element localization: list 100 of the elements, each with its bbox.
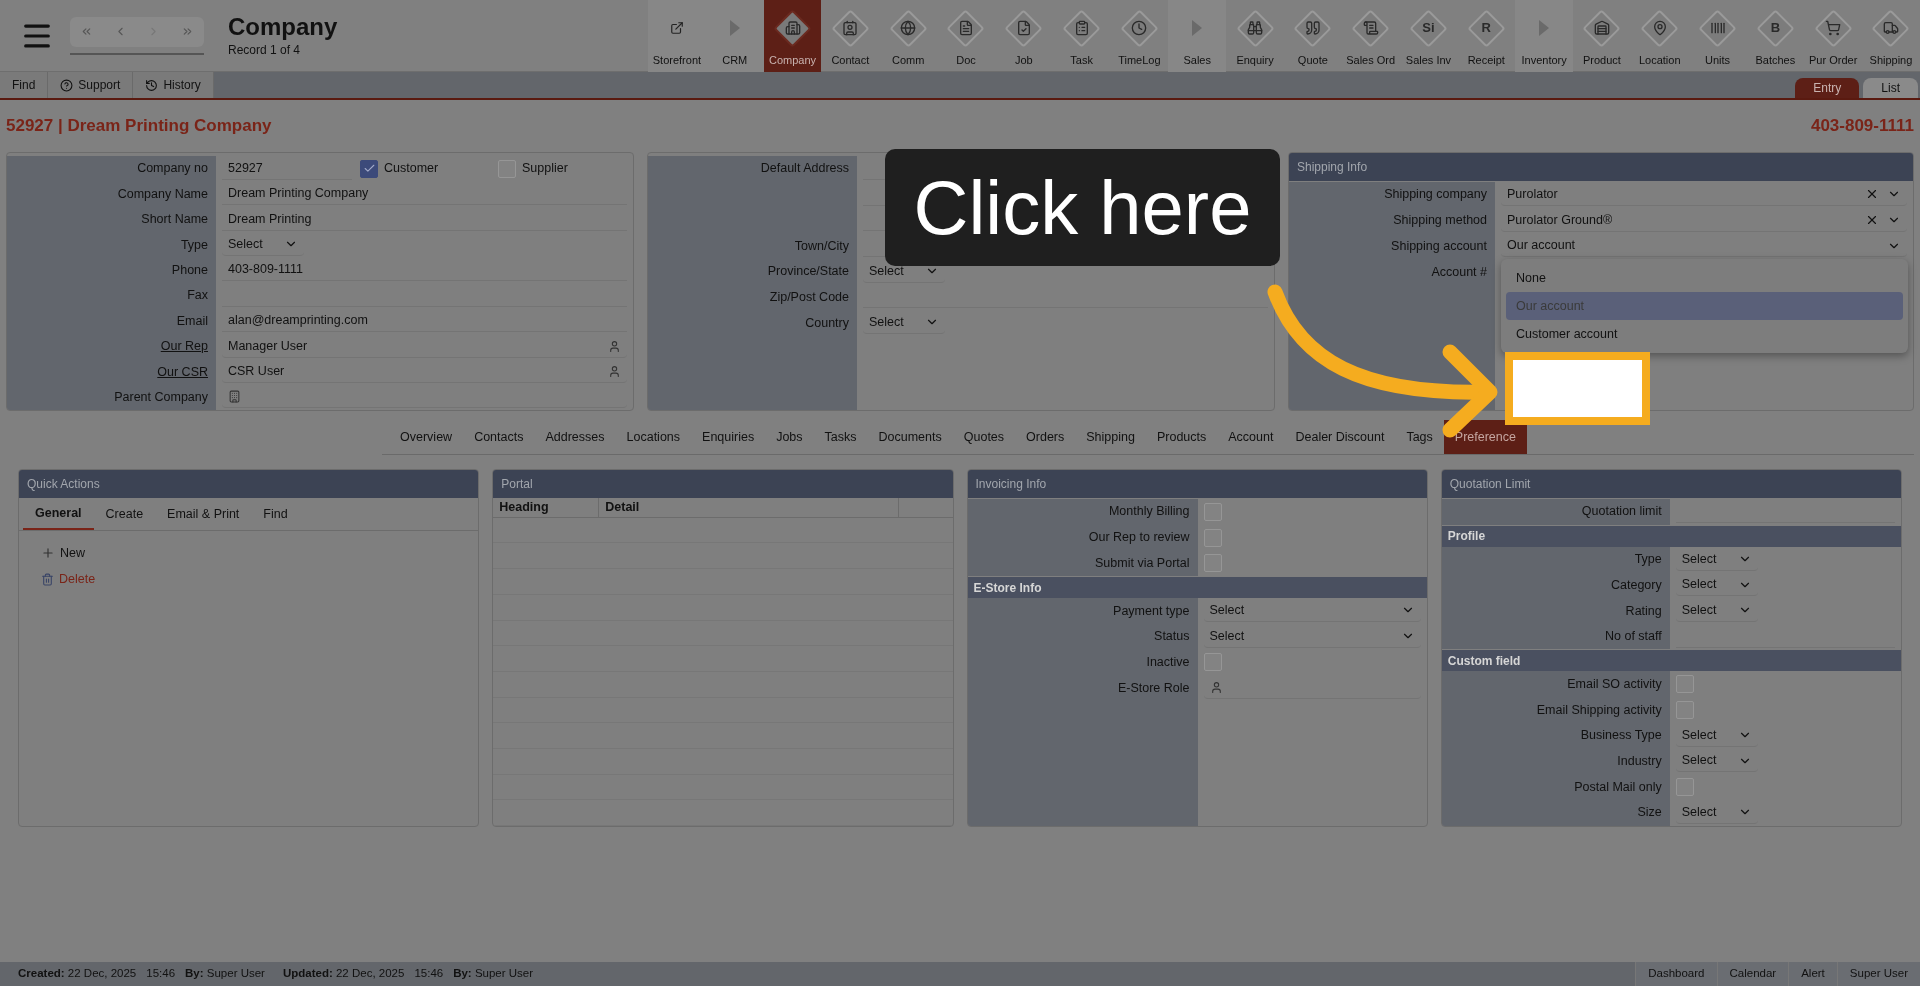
toolbar-button[interactable]: Find [0,72,49,98]
action-link[interactable]: New [41,543,479,563]
text-field[interactable]: alan@dreamprinting.com [222,310,627,333]
module-button[interactable]: Company [763,0,822,72]
module-button[interactable]: Inventory [1515,0,1573,72]
text-field[interactable]: Dream Printing [222,208,627,231]
field-label: Email Shipping activity [1536,701,1662,719]
panel-tab[interactable]: General [23,498,94,530]
field-label: Email SO activity [1567,675,1662,693]
person-icon[interactable] [608,339,621,353]
detail-tab[interactable]: Contacts [463,420,535,454]
detail-tab[interactable]: Addresses [534,420,616,454]
status-text: 15:46 [146,966,176,982]
panel-header: Portal [493,470,953,498]
module-button[interactable]: Product [1573,0,1631,72]
detail-tab[interactable]: Quotes [952,420,1016,454]
module-button[interactable]: Pur Order [1804,0,1863,72]
record-phone: 403-809-1111 [1810,115,1914,138]
dropdown-option[interactable]: Customer account [1506,320,1903,348]
building-icon[interactable] [228,390,241,404]
detail-tab[interactable]: Tags [1395,420,1444,454]
field-label: Submit via Portal [1095,554,1190,572]
module-button[interactable]: TimeLog [1110,0,1169,72]
select-field[interactable]: Our account [1501,235,1907,258]
status-button[interactable]: Dashboard [1635,962,1717,986]
detail-tab[interactable]: Tasks [813,420,868,454]
panel-tab[interactable]: Email & Print [155,498,252,530]
field-label: Monthly Billing [1108,503,1190,521]
detail-tab[interactable]: Account [1217,420,1285,454]
module-button[interactable]: CRM [705,0,764,72]
dropdown-option[interactable]: None [1506,264,1903,292]
status-button[interactable]: Calendar [1716,962,1789,986]
field-link[interactable]: Our Rep [160,337,208,356]
module-button[interactable]: Si Sales Inv [1399,0,1458,72]
text-field[interactable]: 403-809-1111 [222,259,627,282]
select-field[interactable]: Purolator [1501,183,1907,206]
module-button[interactable]: Shipping [1862,0,1920,72]
select-field[interactable]: Select [1203,625,1421,648]
select-field[interactable]: Select [1675,801,1758,824]
person-icon[interactable] [608,364,621,378]
select-field[interactable]: Select [1203,599,1421,622]
module-button[interactable]: R Receipt [1457,0,1516,72]
panel-tab[interactable]: Create [93,498,156,530]
select-field[interactable]: Purolator Ground® [1501,209,1907,232]
view-tab[interactable]: Entry [1795,78,1860,98]
panel-tab[interactable]: Find [251,498,300,530]
action-link[interactable]: Delete [41,569,479,589]
module-button[interactable]: Contact [821,0,880,72]
checkbox[interactable] [360,159,378,178]
status-button[interactable]: Alert [1788,962,1837,986]
icon-letter: Si [1422,19,1435,38]
field-label: Account # [1431,263,1487,281]
lookup-field[interactable]: Manager User [222,335,627,358]
detail-tab[interactable]: Dealer Discount [1284,420,1396,454]
detail-tab[interactable]: Jobs [765,420,814,454]
module-button[interactable]: Sales [1168,0,1227,72]
toolbar-button[interactable]: Support [48,72,134,98]
toolbar-button[interactable]: History [133,72,214,98]
building-icon [784,20,801,36]
lookup-field[interactable]: CSR User [222,360,627,383]
field-label: Zip/Post Code [769,288,849,306]
module-button[interactable]: Quote [1283,0,1342,72]
module-button[interactable]: Doc [937,0,995,72]
field-label: Category [1611,576,1662,594]
detail-tab[interactable]: Locations [615,420,692,454]
text-field[interactable]: Dream Printing Company [222,183,627,206]
person-icon[interactable] [1209,680,1223,694]
record-title: 52927 | Dream Printing Company [6,115,272,138]
status-button[interactable]: Super User [1836,962,1920,986]
module-button[interactable]: Comm [879,0,938,72]
external-link-icon [669,21,684,35]
module-button[interactable]: B Batches [1746,0,1805,72]
record-counter: Record 1 of 4 [228,41,302,59]
module-button[interactable]: Location [1630,0,1689,72]
module-button[interactable]: Sales Ord [1341,0,1400,72]
module-button[interactable]: Task [1052,0,1111,72]
detail-tab[interactable]: Enquiries [691,420,766,454]
field-link[interactable]: Our CSR [157,362,208,382]
select-field[interactable]: Select [1675,599,1758,622]
text-field[interactable]: 52927 [222,157,352,180]
select-field[interactable]: Select [222,233,304,256]
detail-tab[interactable]: Shipping [1075,420,1146,454]
select-field[interactable]: Select [1675,724,1758,747]
select-field[interactable]: Select [1675,548,1758,571]
detail-tab[interactable]: Documents [867,420,953,454]
module-button[interactable]: Units [1688,0,1747,72]
module-button[interactable]: Storefront [648,0,706,72]
select-field[interactable]: Select [1675,574,1758,597]
detail-tab[interactable]: Orders [1015,420,1076,454]
module-button[interactable]: Job [994,0,1053,72]
field-label: Country [805,314,849,332]
detail-tab[interactable]: Products [1145,420,1218,454]
panel-header: Shipping Info [1289,153,1913,181]
scroll-icon [1362,20,1379,36]
select-field[interactable]: Select [1675,750,1758,773]
view-tab[interactable]: List [1863,78,1918,98]
select-field[interactable]: Select [863,311,945,334]
module-button[interactable]: Enquiry [1226,0,1284,72]
detail-tab[interactable]: Overview [389,420,464,454]
status-text: Updated: 22 Dec, 2025 [282,966,405,982]
